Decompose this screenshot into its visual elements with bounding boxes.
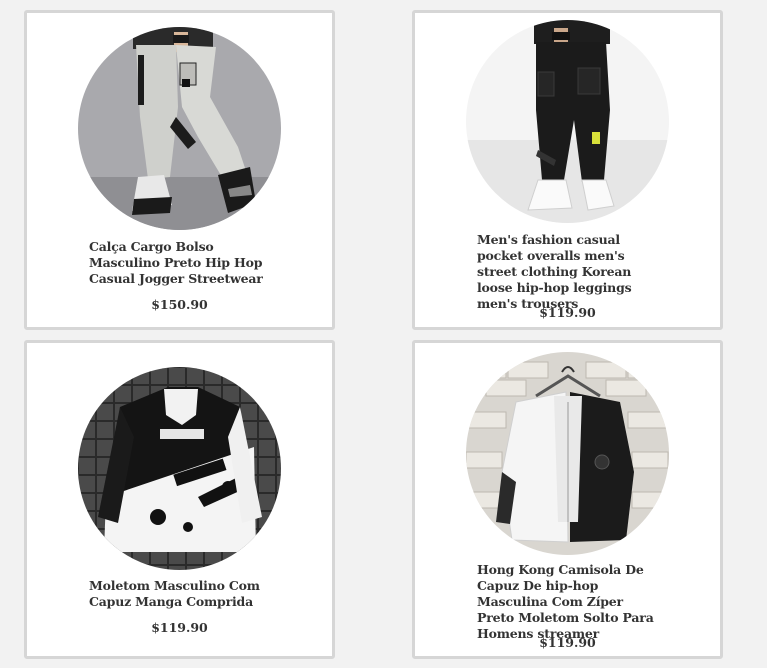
product-card[interactable]: Calça Cargo Bolso Masculino Preto Hip Ho… [24, 10, 335, 330]
product-card[interactable]: Moletom Masculino Com Capuz Manga Compri… [24, 340, 335, 659]
product-image-layered-jacket[interactable] [465, 352, 669, 555]
product-title[interactable]: Calça Cargo Bolso Masculino Preto Hip Ho… [89, 239, 269, 287]
product-image-black-white-hoodie[interactable] [77, 367, 281, 570]
product-image-black-cargo-pants[interactable] [465, 20, 669, 223]
product-card[interactable]: Men's fashion casual pocket overalls men… [412, 10, 723, 330]
product-title[interactable]: Hong Kong Camisola De Capuz De hip-hop M… [477, 562, 662, 642]
product-grid: Calça Cargo Bolso Masculino Preto Hip Ho… [0, 0, 767, 668]
product-image-gray-cargo-pants[interactable] [77, 27, 281, 230]
gray-cargo-pants-icon [77, 27, 281, 230]
black-white-hoodie-icon [77, 367, 281, 570]
product-title[interactable]: Moletom Masculino Com Capuz Manga Compri… [89, 578, 269, 610]
product-title[interactable]: Men's fashion casual pocket overalls men… [477, 232, 662, 312]
product-card[interactable]: Hong Kong Camisola De Capuz De hip-hop M… [412, 340, 723, 659]
layered-jacket-icon [465, 352, 669, 555]
product-price: $119.90 [539, 635, 596, 650]
black-cargo-pants-icon [465, 20, 669, 223]
product-price: $150.90 [151, 297, 208, 312]
product-price: $119.90 [539, 305, 596, 320]
product-price: $119.90 [151, 620, 208, 635]
